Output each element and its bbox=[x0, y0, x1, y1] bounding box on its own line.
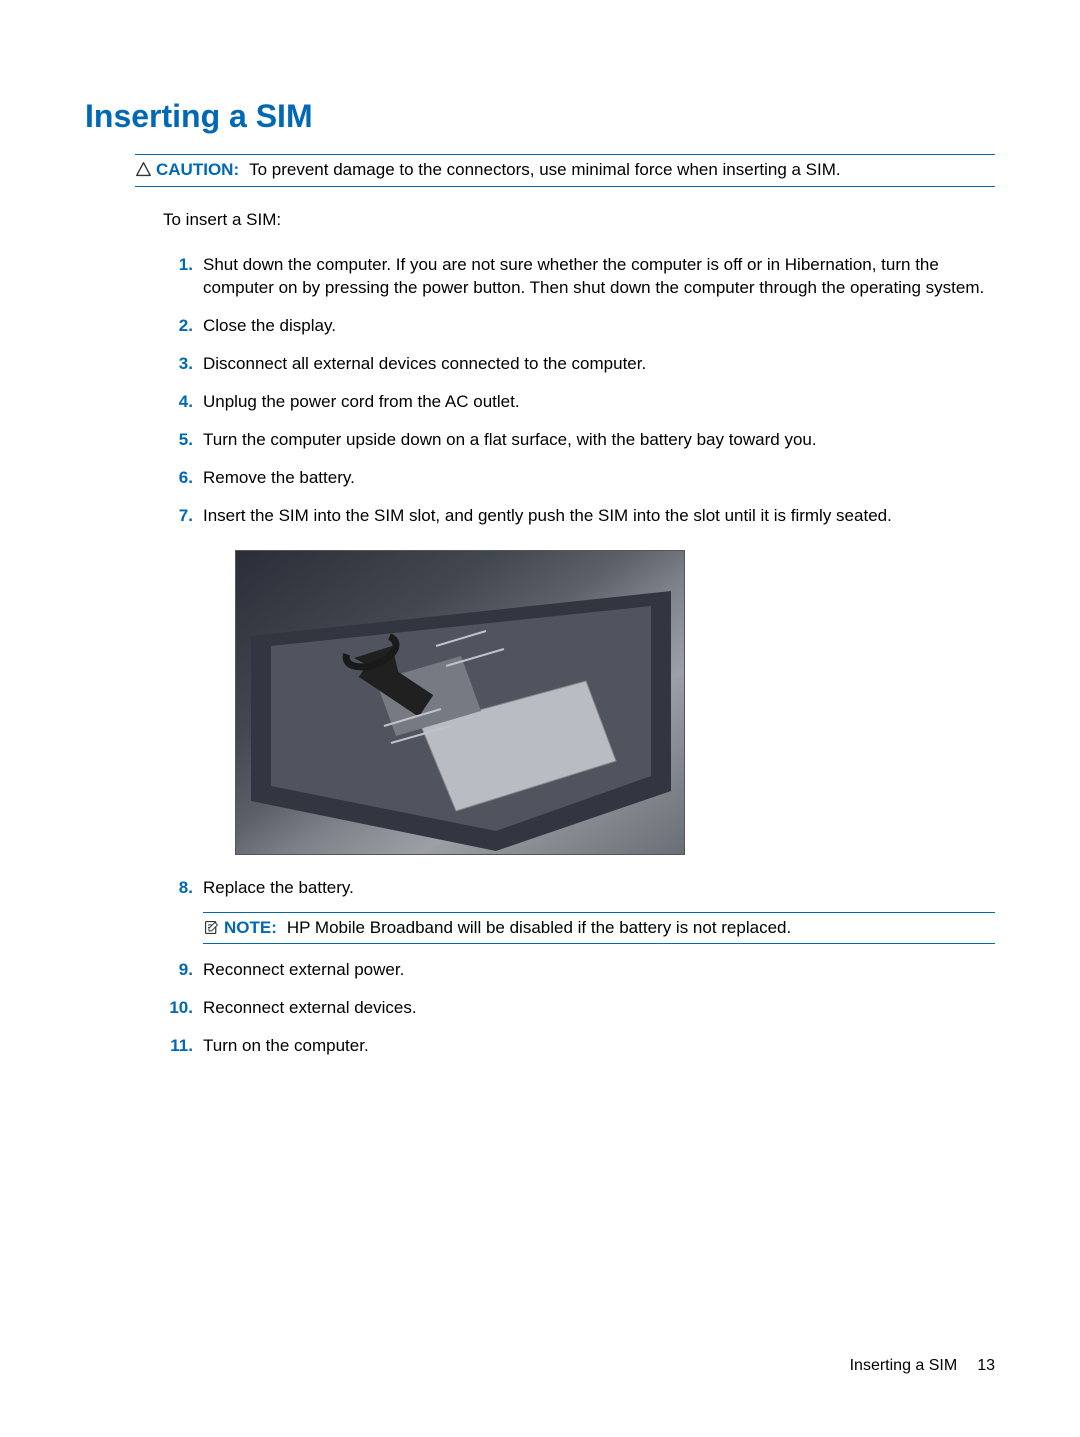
caution-icon bbox=[135, 159, 156, 178]
caution-text: To prevent damage to the connectors, use… bbox=[249, 160, 841, 179]
step-item: 7Insert the SIM into the SIM slot, and g… bbox=[163, 505, 995, 528]
step-item: 11Turn on the computer. bbox=[163, 1035, 995, 1058]
note-box: NOTE: HP Mobile Broadband will be disable… bbox=[203, 912, 995, 945]
step-item: 1Shut down the computer. If you are not … bbox=[163, 254, 995, 300]
note-label: NOTE: bbox=[224, 918, 277, 937]
step-item: 9Reconnect external power. bbox=[163, 959, 995, 982]
steps-list: 1Shut down the computer. If you are not … bbox=[163, 254, 995, 528]
intro-text: To insert a SIM: bbox=[163, 209, 995, 232]
step-item: 8 Replace the battery. NOTE:HP Mobile Br… bbox=[163, 877, 995, 945]
note-text: HP Mobile Broadband will be disabled if … bbox=[287, 918, 791, 937]
step-item: 5Turn the computer upside down on a flat… bbox=[163, 429, 995, 452]
page-footer: Inserting a SIM 13 bbox=[850, 1355, 995, 1377]
step-item: 3Disconnect all external devices connect… bbox=[163, 353, 995, 376]
note-icon bbox=[203, 917, 224, 936]
step-item: 4Unplug the power cord from the AC outle… bbox=[163, 391, 995, 414]
sim-insert-illustration bbox=[235, 550, 685, 855]
footer-section: Inserting a SIM bbox=[850, 1357, 958, 1374]
page-title: Inserting a SIM bbox=[85, 95, 995, 138]
step-item: 6Remove the battery. bbox=[163, 467, 995, 490]
steps-list-continued: 8 Replace the battery. NOTE:HP Mobile Br… bbox=[163, 877, 995, 1059]
step-item: 10Reconnect external devices. bbox=[163, 997, 995, 1020]
caution-label: CAUTION: bbox=[156, 160, 239, 179]
footer-page-number: 13 bbox=[977, 1357, 995, 1374]
step-item: 2Close the display. bbox=[163, 315, 995, 338]
caution-box: CAUTION: To prevent damage to the connect… bbox=[135, 154, 995, 187]
